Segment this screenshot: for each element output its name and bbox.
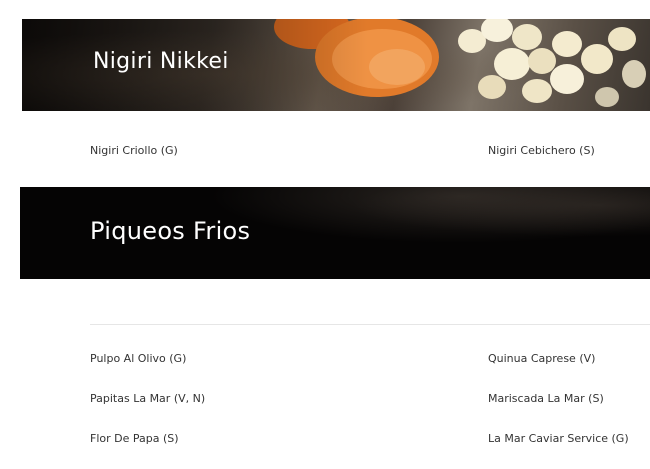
menu-item[interactable]: Flor De Papa (S) — [90, 432, 179, 445]
menu-page: Nigiri Nikkei Nigiri Criollo (G) Nigiri … — [0, 0, 650, 469]
section-banner-nigiri-nikkei: Nigiri Nikkei — [22, 19, 650, 111]
menu-item[interactable]: Nigiri Cebichero (S) — [488, 144, 595, 157]
section-title: Nigiri Nikkei — [93, 49, 229, 74]
menu-item[interactable]: Mariscada La Mar (S) — [488, 392, 604, 405]
menu-item[interactable]: Nigiri Criollo (G) — [90, 144, 178, 157]
section-banner-piqueos-frios: Piqueos Frios — [20, 187, 650, 279]
section-divider — [90, 324, 650, 325]
section-title: Piqueos Frios — [90, 217, 251, 245]
menu-item[interactable]: Quinua Caprese (V) — [488, 352, 595, 365]
menu-item[interactable]: Pulpo Al Olivo (G) — [90, 352, 186, 365]
menu-item[interactable]: Papitas La Mar (V, N) — [90, 392, 205, 405]
menu-item[interactable]: La Mar Caviar Service (G) — [488, 432, 629, 445]
